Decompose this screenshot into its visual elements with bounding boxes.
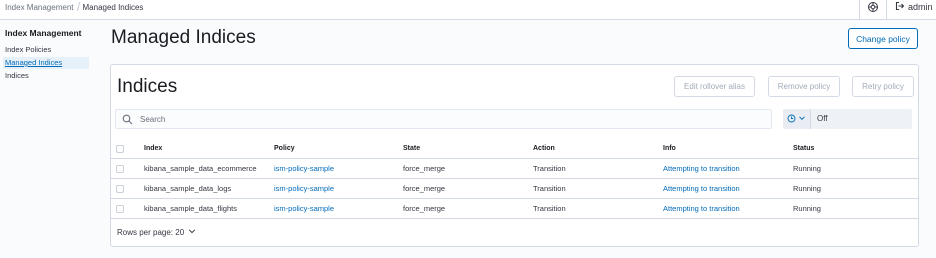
refresh-interval-button[interactable] — [783, 109, 811, 129]
breadcrumb-managed-indices: Managed Indices — [82, 3, 144, 12]
indices-panel: Indices Edit rollover alias Remove polic… — [110, 64, 919, 247]
cell-index: kibana_sample_data_ecommerce — [144, 164, 257, 173]
user-name: admin — [908, 1, 933, 12]
table-row: kibana_sample_data_flights ism-policy-sa… — [111, 199, 918, 219]
edit-rollover-alias-button[interactable]: Edit rollover alias — [674, 76, 755, 97]
rows-per-page-button[interactable]: Rows per page: 20 — [117, 227, 196, 237]
table-row: kibana_sample_data_logs ism-policy-sampl… — [111, 179, 918, 199]
clock-icon — [787, 114, 796, 125]
cell-action: Transition — [533, 184, 566, 193]
column-header-state[interactable]: State — [403, 139, 420, 159]
column-header-status[interactable]: Status — [793, 139, 814, 159]
chevron-down-icon — [798, 114, 806, 124]
sidebar-title: Index Management — [5, 28, 82, 38]
sidebar-item-index-policies[interactable]: Index Policies — [5, 44, 51, 56]
cell-state: force_merge — [403, 204, 446, 213]
cell-info-link[interactable]: Attempting to transition — [663, 199, 740, 219]
search-icon — [122, 114, 133, 125]
cell-info-link[interactable]: Attempting to transition — [663, 159, 740, 179]
auto-refresh-control: Off — [783, 109, 912, 129]
cell-index: kibana_sample_data_flights — [144, 204, 237, 213]
refresh-interval-value: Off — [817, 114, 828, 123]
cell-policy-link[interactable]: ism-policy-sample — [274, 159, 334, 179]
help-icon[interactable] — [867, 1, 879, 13]
cell-status: Running — [793, 164, 821, 173]
row-checkbox[interactable] — [116, 185, 124, 193]
table-row: kibana_sample_data_ecommerce ism-policy-… — [111, 159, 918, 179]
row-checkbox[interactable] — [116, 205, 124, 213]
column-header-policy[interactable]: Policy — [274, 139, 295, 159]
breadcrumb-separator — [76, 2, 80, 11]
breadcrumb: Index Management Managed Indices — [5, 2, 143, 13]
chevron-down-icon — [188, 227, 196, 237]
sidebar-item-managed-indices[interactable]: Managed Indices — [3, 57, 89, 69]
logout-icon — [895, 1, 905, 13]
select-all-checkbox[interactable] — [116, 145, 124, 153]
search-input[interactable]: Search — [115, 109, 772, 129]
cell-state: force_merge — [403, 164, 446, 173]
header-divider — [886, 0, 887, 20]
change-policy-button[interactable]: Change policy — [848, 28, 918, 49]
cell-state: force_merge — [403, 184, 446, 193]
sidebar-item-indices[interactable]: Indices — [5, 70, 29, 82]
row-checkbox[interactable] — [116, 165, 124, 173]
remove-policy-button[interactable]: Remove policy — [768, 76, 840, 97]
cell-action: Transition — [533, 164, 566, 173]
header-divider — [859, 0, 860, 20]
rows-per-page-label: Rows per page: 20 — [117, 227, 185, 237]
cell-policy-link[interactable]: ism-policy-sample — [274, 199, 334, 219]
breadcrumb-index-management[interactable]: Index Management — [5, 3, 74, 12]
cell-info-link[interactable]: Attempting to transition — [663, 179, 740, 199]
column-header-action[interactable]: Action — [533, 139, 555, 159]
sidebar-nav: Index Management Index Policies Managed … — [0, 20, 100, 258]
cell-action: Transition — [533, 204, 566, 213]
cell-status: Running — [793, 204, 821, 213]
panel-title: Indices — [117, 76, 178, 97]
cell-index: kibana_sample_data_logs — [144, 184, 232, 193]
top-header-bar: Index Management Managed Indices admin — [0, 0, 936, 20]
column-header-index[interactable]: Index — [144, 139, 162, 159]
cell-policy-link[interactable]: ism-policy-sample — [274, 179, 334, 199]
cell-status: Running — [793, 184, 821, 193]
user-menu-button[interactable]: admin — [895, 1, 933, 12]
retry-policy-button[interactable]: Retry policy — [852, 76, 914, 97]
page-title: Managed Indices — [111, 27, 256, 48]
table-header-row: Index Policy State Action Info Status — [111, 139, 918, 159]
search-placeholder: Search — [140, 115, 166, 124]
column-header-info[interactable]: Info — [663, 139, 676, 159]
